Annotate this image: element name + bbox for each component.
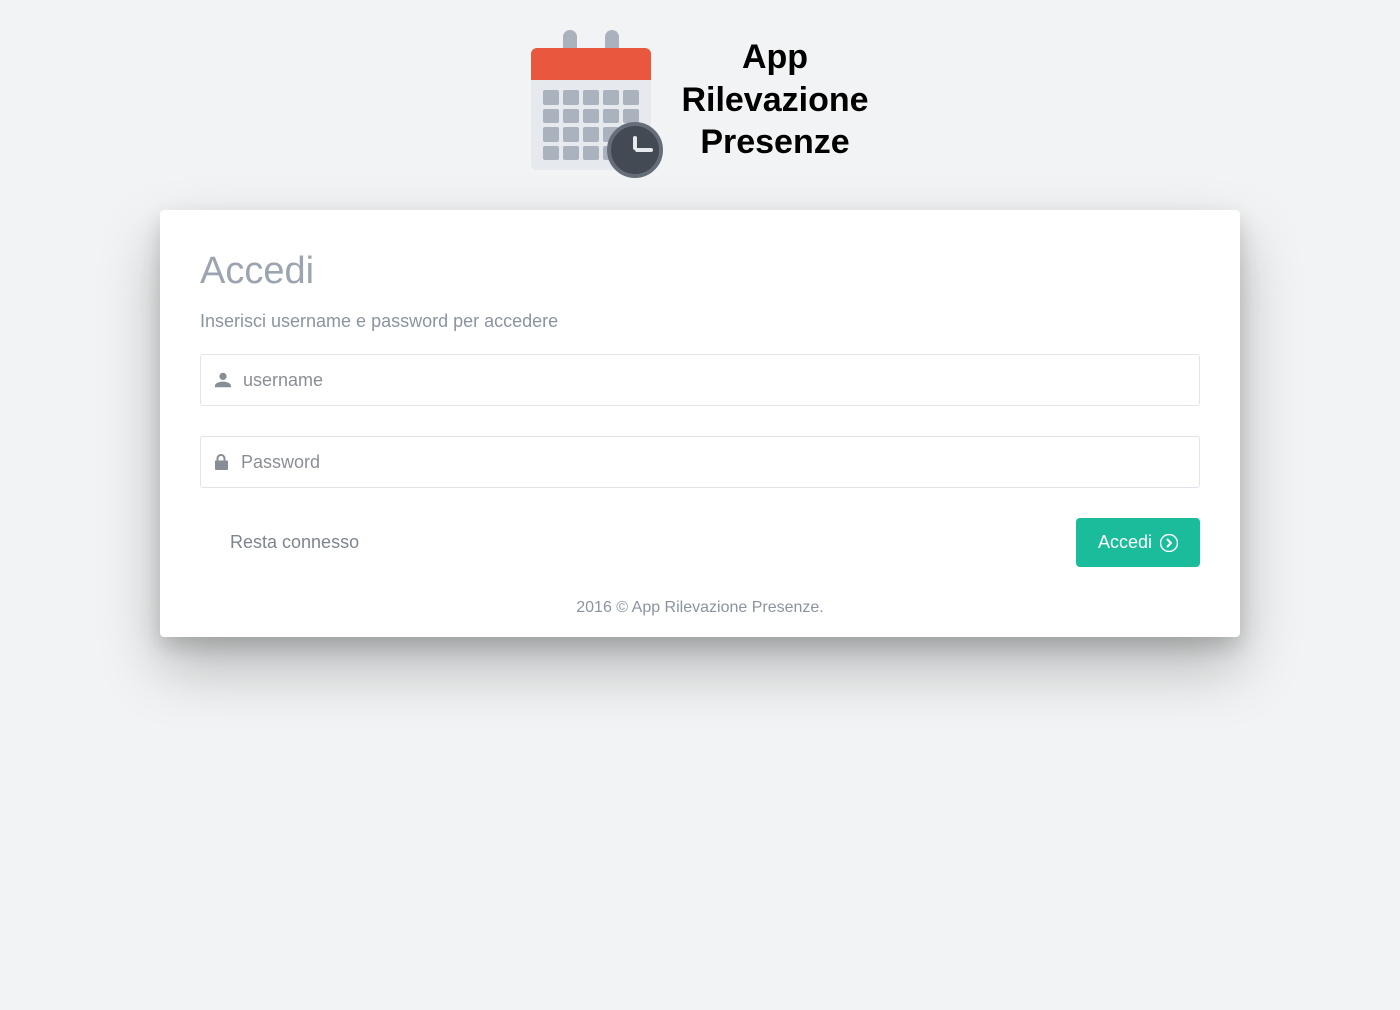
user-icon xyxy=(215,372,231,388)
page-container: App Rilevazione Presenze Accedi Inserisc… xyxy=(0,0,1400,637)
login-button-label: Accedi xyxy=(1098,532,1152,553)
username-input[interactable] xyxy=(243,355,1185,405)
app-title-line3: Presenze xyxy=(681,121,868,164)
username-input-group[interactable] xyxy=(200,354,1200,406)
logo-area: App Rilevazione Presenze xyxy=(0,30,1400,170)
app-title-line1: App xyxy=(681,36,868,79)
password-input[interactable] xyxy=(241,437,1185,487)
app-title-line2: Rilevazione xyxy=(681,79,868,122)
password-input-group[interactable] xyxy=(200,436,1200,488)
login-button[interactable]: Accedi xyxy=(1076,518,1200,567)
login-heading: Accedi xyxy=(200,250,1200,293)
footer-text: 2016 © App Rilevazione Presenze. xyxy=(200,591,1200,617)
login-subtitle: Inserisci username e password per accede… xyxy=(200,311,1200,332)
login-card: Accedi Inserisci username e password per… xyxy=(160,210,1240,637)
calendar-clock-icon xyxy=(531,30,651,170)
remember-me-label: Resta connesso xyxy=(230,532,359,553)
remember-me-wrap[interactable]: Resta connesso xyxy=(200,532,359,553)
actions-row: Resta connesso Accedi xyxy=(200,518,1200,567)
app-title: App Rilevazione Presenze xyxy=(681,36,868,164)
lock-icon xyxy=(215,454,229,470)
arrow-right-circle-icon xyxy=(1160,534,1178,552)
clock-icon xyxy=(607,122,663,178)
